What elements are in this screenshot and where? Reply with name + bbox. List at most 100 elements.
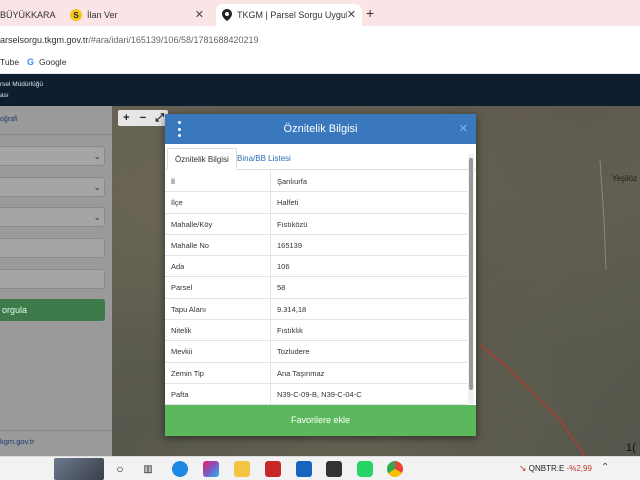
tab-oznitelik-bilgisi[interactable]: Öznitelik Bilgisi (167, 148, 237, 170)
sidebar-footer-divider (0, 430, 112, 431)
kebab-menu-icon[interactable] (177, 121, 181, 137)
store-icon[interactable] (296, 461, 312, 477)
windows-taskbar: ○ ▥ ↘ QNBTR.E -%2,99 ⌃ (0, 456, 640, 480)
tab-label: TKGM | Parsel Sorgu Uygulama (237, 10, 347, 20)
calendar-app-icon[interactable] (326, 461, 342, 477)
zoom-out-button[interactable]: − (135, 110, 152, 126)
tab-ilan-ver[interactable]: S İlan Ver ✕ (70, 4, 210, 26)
attribute-value: N39-C-09-B, N39-C-04-C (277, 389, 362, 399)
site-header: rsel Müdürlüğü ası (0, 74, 640, 106)
attribute-key: Nitelik (165, 320, 271, 341)
map-pin-icon (222, 9, 232, 21)
close-icon[interactable]: ✕ (459, 122, 468, 135)
attribute-value: 9.314,18 (277, 304, 307, 314)
edge-browser-icon[interactable] (172, 461, 188, 477)
parsel-input[interactable] (0, 269, 105, 289)
table-row: Tapu Alanı 9.314,18 (165, 298, 467, 321)
sidebar-divider (0, 134, 112, 135)
attribute-value: 58 (277, 283, 286, 293)
table-row: Ada 106 (165, 256, 467, 278)
ada-input[interactable] (0, 238, 105, 258)
search-sidebar: oğrafi ⌄ ⌄ ⌄ orgula kgm.gov.tr (0, 106, 112, 456)
attribute-key: Mahalle/Köy (165, 213, 271, 234)
il-select[interactable]: ⌄ (0, 146, 105, 166)
attribute-value: 106 (277, 262, 290, 272)
mahalle-select[interactable]: ⌄ (0, 207, 105, 227)
table-row: Nitelik Fıstıklık (165, 320, 467, 342)
pdf-reader-icon[interactable] (265, 461, 281, 477)
attribute-info-dialog: Öznitelik Bilgisi ✕ Öznitelik Bilgisi Bi… (165, 114, 476, 436)
bookmark-label: Google (39, 57, 67, 67)
chevron-up-icon[interactable]: ⌃ (601, 462, 609, 473)
attribute-value: 165139 (277, 240, 303, 250)
attribute-key: Pafta (165, 383, 271, 405)
zoom-in-button[interactable]: + (118, 110, 135, 126)
address-bar-row: arselsorgu.tkgm.gov.tr/#ara/idari/165139… (0, 26, 640, 52)
start-icon[interactable]: ○ (112, 461, 128, 477)
attribute-key: Mevkii (165, 341, 271, 362)
bookmarks-bar: Tube G Google (0, 52, 640, 74)
add-to-favorites-button[interactable]: Favorilere ekle (165, 405, 476, 436)
map-toolbar: + − ⤢ (118, 110, 168, 126)
task-view-icon[interactable]: ▥ (140, 461, 156, 477)
chrome-icon[interactable] (387, 461, 403, 477)
url-field[interactable]: arselsorgu.tkgm.gov.tr/#ara/idari/165139… (0, 31, 640, 49)
ilce-select[interactable]: ⌄ (0, 177, 105, 197)
attribute-key: İl (165, 171, 271, 192)
tab-tkgm-parsel-sorgu[interactable]: TKGM | Parsel Sorgu Uygulama ✕ (216, 4, 362, 26)
url-path: /#ara/idari/165139/106/58/1781688420219 (88, 35, 259, 45)
attribute-value: Halfeti (277, 198, 299, 208)
bookmark-label: Tube (0, 57, 20, 67)
trend-down-icon: ↘ (519, 463, 527, 473)
table-row: Mahalle No 165139 (165, 234, 467, 257)
table-row: Pafta N39-C-09-B, N39-C-04-C (165, 383, 467, 406)
copilot-icon[interactable] (203, 461, 219, 477)
table-row: Mevkii Tozludere (165, 341, 467, 363)
ticker-symbol: QNBTR.E (528, 464, 565, 473)
attribute-value: Tozludere (277, 347, 310, 357)
chevron-down-icon: ⌄ (93, 151, 101, 161)
sidebar-link-cografi[interactable]: oğrafi (0, 116, 18, 123)
dialog-tabs: Öznitelik Bilgisi Bina/BB Listesi (165, 148, 476, 170)
table-row: Zemin Tip Ana Taşınmaz (165, 362, 467, 384)
site-favicon-icon: S (70, 9, 82, 21)
close-tab-icon[interactable]: ✕ (347, 8, 356, 21)
attribute-value: Fıstıklık (277, 326, 303, 336)
new-tab-button[interactable]: + (366, 5, 374, 21)
attribute-key: Ada (165, 256, 271, 277)
sidebar-footer-link[interactable]: kgm.gov.tr (0, 437, 34, 446)
attribute-key: İlçe (165, 192, 271, 213)
bookmark-youtube[interactable]: Tube (0, 57, 19, 67)
tab-buyukkara[interactable]: BÜYÜKKARA (0, 4, 60, 26)
table-scrollbar[interactable] (468, 154, 474, 404)
chevron-down-icon: ⌄ (93, 212, 101, 222)
attribute-key: Mahalle No (165, 234, 271, 256)
google-icon: G (27, 57, 35, 67)
tab-bina-bb-listesi[interactable]: Bina/BB Listesi (230, 148, 298, 170)
tab-label: BÜYÜKKARA (0, 10, 56, 20)
dialog-title: Öznitelik Bilgisi (283, 123, 358, 135)
attribute-table: İl Şanlıurfa İlçe Halfeti Mahalle/Köy Fıstı… (165, 171, 467, 406)
corner-number: 1( (626, 442, 636, 454)
attribute-value: Ana Taşınmaz (277, 368, 325, 378)
map-place-label: Yeşilöz (612, 174, 638, 183)
attribute-value: Şanlıurfa (277, 177, 308, 186)
sorgula-button[interactable]: orgula (0, 299, 105, 321)
table-row: İl Şanlıurfa (165, 171, 467, 193)
stock-ticker-widget[interactable]: ↘ QNBTR.E -%2,99 (519, 463, 592, 474)
header-title-line1: rsel Müdürlüğü (0, 81, 43, 88)
scrollbar-thumb[interactable] (469, 158, 473, 390)
table-row: Mahalle/Köy Fıstıközü (165, 213, 467, 235)
close-tab-icon[interactable]: ✕ (195, 8, 204, 21)
table-row: Parsel 58 (165, 277, 467, 299)
attribute-key: Tapu Alanı (165, 298, 271, 320)
attribute-key: Zemin Tip (165, 362, 271, 383)
whatsapp-icon[interactable] (357, 461, 373, 477)
bookmark-google[interactable]: G Google (27, 57, 66, 67)
tab-label: İlan Ver (87, 10, 118, 20)
attribute-value: Fıstıközü (277, 219, 308, 229)
url-host: arselsorgu.tkgm.gov.tr (0, 35, 89, 45)
file-explorer-icon[interactable] (234, 461, 250, 477)
wallpaper-thumbnail[interactable] (54, 458, 104, 480)
browser-tab-strip: BÜYÜKKARA S İlan Ver ✕ TKGM | Parsel Sor… (0, 0, 640, 26)
